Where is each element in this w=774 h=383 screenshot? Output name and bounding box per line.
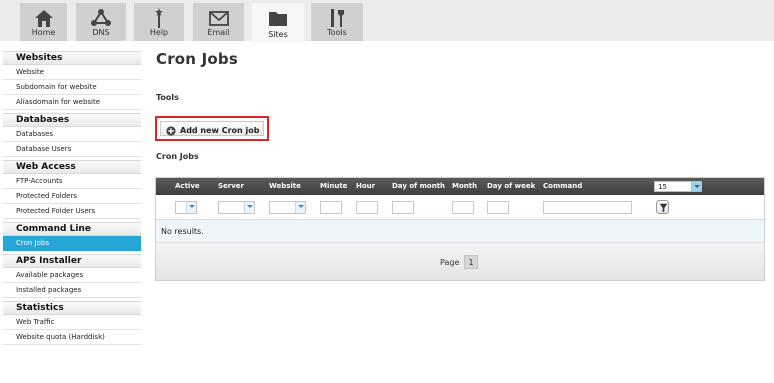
sidebar: Websites Website Subdomain for website A… — [3, 51, 141, 345]
sidebar-section-aps-installer: APS Installer — [3, 254, 141, 268]
page-size-value: 15 — [658, 183, 667, 191]
sidebar-item-aliasdomain[interactable]: Aliasdomain for website — [3, 95, 141, 110]
filter-month-input[interactable] — [452, 201, 474, 214]
grid-header: Active Server Website Minute Hour Day of… — [156, 178, 764, 195]
sidebar-item-protected-folder-users[interactable]: Protected Folder Users — [3, 204, 141, 219]
tab-label: Help — [149, 28, 169, 37]
sidebar-item-website[interactable]: Website — [3, 65, 141, 80]
chevron-down-icon — [295, 202, 305, 213]
filter-website-select[interactable] — [269, 201, 306, 214]
column-header-month[interactable]: Month — [452, 182, 477, 190]
tab-help[interactable]: Help — [134, 3, 184, 41]
empty-results-message: No results. — [161, 227, 204, 236]
column-header-minute[interactable]: Minute — [320, 182, 347, 190]
network-icon — [91, 9, 111, 26]
column-header-active[interactable]: Active — [175, 182, 200, 190]
page-label: Page — [440, 258, 460, 267]
tab-label: Sites — [268, 30, 288, 39]
sidebar-item-subdomain[interactable]: Subdomain for website — [3, 80, 141, 95]
sidebar-section-command-line: Command Line — [3, 222, 141, 236]
sidebar-item-web-traffic[interactable]: Web Traffic — [3, 315, 141, 330]
tab-tools[interactable]: Tools — [311, 3, 363, 41]
column-header-day-of-month[interactable]: Day of month — [392, 182, 445, 190]
empty-results-row: No results. — [156, 220, 764, 243]
tab-label: DNS — [92, 28, 110, 37]
page-title: Cron Jobs — [156, 50, 238, 68]
filter-day-of-week-input[interactable] — [487, 201, 509, 214]
column-header-day-of-week[interactable]: Day of week — [487, 182, 535, 190]
sidebar-item-website-quota[interactable]: Website quota (Harddisk) — [3, 330, 141, 345]
tab-label: Tools — [327, 28, 347, 37]
sidebar-item-available-packages[interactable]: Available packages — [3, 268, 141, 283]
sidebar-section-databases: Databases — [3, 113, 141, 127]
filter-hour-input[interactable] — [356, 201, 378, 214]
tools-label: Tools — [156, 93, 179, 102]
folder-icon — [269, 12, 287, 26]
tab-label: Home — [31, 28, 56, 37]
funnel-icon — [659, 203, 668, 213]
tab-dns[interactable]: DNS — [76, 3, 126, 41]
sidebar-item-protected-folders[interactable]: Protected Folders — [3, 189, 141, 204]
cron-jobs-list-label: Cron Jobs — [156, 152, 199, 161]
page-number-button[interactable]: 1 — [464, 255, 478, 269]
filter-row — [156, 195, 764, 220]
add-cron-job-label: Add new Cron job — [180, 126, 260, 135]
page-size-select[interactable]: 15 — [654, 181, 702, 192]
column-header-website[interactable]: Website — [269, 182, 301, 190]
pagination-bar: Page 1 — [156, 243, 764, 280]
column-header-command[interactable]: Command — [543, 182, 582, 190]
tab-home[interactable]: Home — [20, 3, 67, 41]
sidebar-item-installed-packages[interactable]: Installed packages — [3, 283, 141, 298]
sidebar-section-websites: Websites — [3, 51, 141, 65]
filter-day-of-month-input[interactable] — [392, 201, 414, 214]
chevron-down-icon — [186, 202, 196, 213]
tab-sites[interactable]: Sites — [252, 3, 304, 43]
envelope-icon — [208, 11, 229, 26]
column-header-hour[interactable]: Hour — [356, 182, 375, 190]
plus-circle-icon — [166, 126, 176, 136]
tab-label: Email — [207, 28, 230, 37]
tools-icon — [331, 9, 344, 27]
sidebar-item-cron-jobs[interactable]: Cron Jobs — [3, 236, 141, 251]
top-nav-bar: Home DNS Help Email Sites Tools — [0, 0, 774, 43]
home-icon — [34, 10, 53, 27]
filter-server-select[interactable] — [218, 201, 255, 214]
filter-active-select[interactable] — [175, 201, 197, 214]
sidebar-item-databases[interactable]: Databases — [3, 127, 141, 142]
tab-email[interactable]: Email — [193, 3, 244, 41]
column-header-server[interactable]: Server — [218, 182, 244, 190]
add-cron-job-button[interactable]: Add new Cron job — [155, 116, 269, 141]
chevron-down-icon — [244, 202, 254, 213]
cron-jobs-grid: Active Server Website Minute Hour Day of… — [155, 177, 765, 281]
sidebar-item-database-users[interactable]: Database Users — [3, 142, 141, 157]
filter-command-input[interactable] — [543, 201, 632, 214]
filter-minute-input[interactable] — [320, 201, 342, 214]
chevron-down-icon — [691, 182, 701, 191]
sidebar-section-web-access: Web Access — [3, 160, 141, 174]
help-wand-icon — [155, 8, 163, 28]
sidebar-section-statistics: Statistics — [3, 301, 141, 315]
sidebar-item-ftp-accounts[interactable]: FTP-Accounts — [3, 174, 141, 189]
filter-button[interactable] — [656, 200, 669, 214]
